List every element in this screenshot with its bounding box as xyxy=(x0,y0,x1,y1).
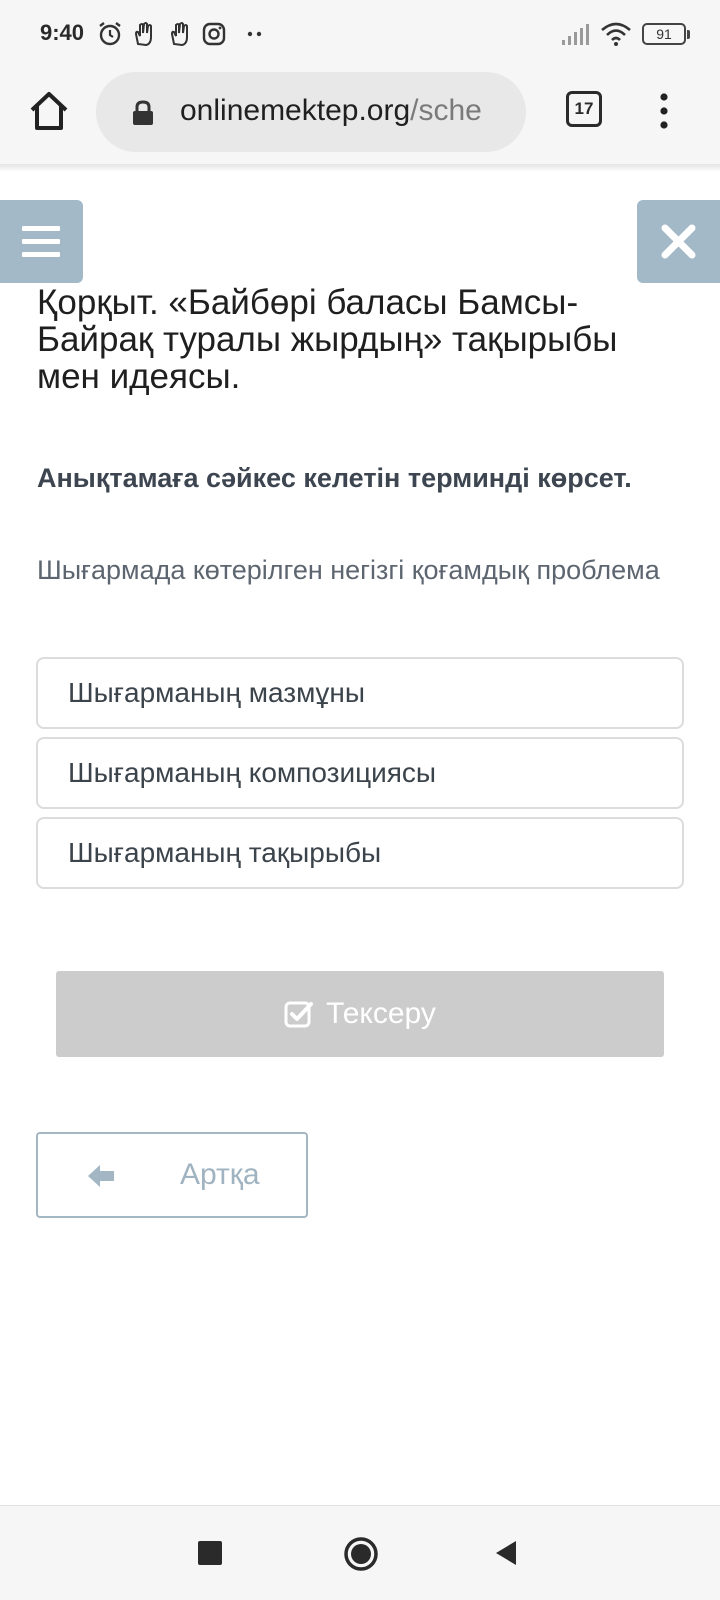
close-icon xyxy=(661,224,696,259)
menu-button[interactable] xyxy=(0,200,83,283)
home-icon[interactable] xyxy=(26,88,72,134)
lesson-title: Қорқыт. «Байбөрі баласы Бамсы-Байрақ тур… xyxy=(37,283,618,396)
answer-option-label: Шығарманың композициясы xyxy=(68,757,437,788)
status-time: 9:40 xyxy=(40,20,85,45)
signal-icon xyxy=(562,24,589,45)
answer-option[interactable]: Шығарманың композициясы xyxy=(36,737,684,809)
status-bar: 9:40 91 xyxy=(0,0,720,66)
recents-icon[interactable] xyxy=(198,1541,222,1565)
hamburger-icon xyxy=(22,226,60,257)
system-nav-bar xyxy=(0,1505,720,1600)
battery-icon: 91 xyxy=(642,23,690,45)
wifi-icon xyxy=(601,22,631,46)
nav-home-icon[interactable] xyxy=(343,1536,379,1572)
question-definition: Шығармада көтерілген негізгі қоғамдық пр… xyxy=(37,555,660,585)
nav-back-icon[interactable] xyxy=(494,1539,518,1567)
lock-icon xyxy=(133,100,153,125)
answer-option-label: Шығарманың тақырыбы xyxy=(68,837,382,868)
address-bar[interactable]: onlinemektep.org/sche xyxy=(96,72,526,152)
answer-option[interactable]: Шығарманың тақырыбы xyxy=(36,817,684,889)
alarm-icon xyxy=(99,22,121,46)
close-button[interactable] xyxy=(637,200,720,283)
hand-icon xyxy=(134,22,152,47)
back-button[interactable]: Артқа xyxy=(36,1132,308,1218)
back-button-label: Артқа xyxy=(180,1158,260,1191)
tab-switcher-button[interactable]: 17 xyxy=(566,91,602,127)
url-path: /sche xyxy=(410,94,482,127)
instagram-icon xyxy=(202,22,226,46)
arrow-left-icon xyxy=(88,1165,114,1187)
browser-toolbar: onlinemektep.org/sche 17 xyxy=(0,66,720,164)
check-square-icon xyxy=(284,1001,314,1028)
answer-option[interactable]: Шығарманың мазмұны xyxy=(36,657,684,729)
hand-icon xyxy=(170,22,188,47)
check-button-label: Тексеру xyxy=(326,997,436,1030)
url-text: onlinemektep.org/sche xyxy=(180,94,482,128)
toolbar-shadow xyxy=(0,164,720,172)
check-button[interactable]: Тексеру xyxy=(56,971,664,1057)
question-prompt: Анықтамаға сәйкес келетін терминді көрсе… xyxy=(37,463,632,493)
more-dots-icon xyxy=(247,31,262,37)
battery-level: 91 xyxy=(642,23,686,45)
url-domain: onlinemektep.org xyxy=(180,94,411,127)
answer-option-label: Шығарманың мазмұны xyxy=(68,677,365,708)
browser-menu-icon[interactable] xyxy=(654,92,674,130)
